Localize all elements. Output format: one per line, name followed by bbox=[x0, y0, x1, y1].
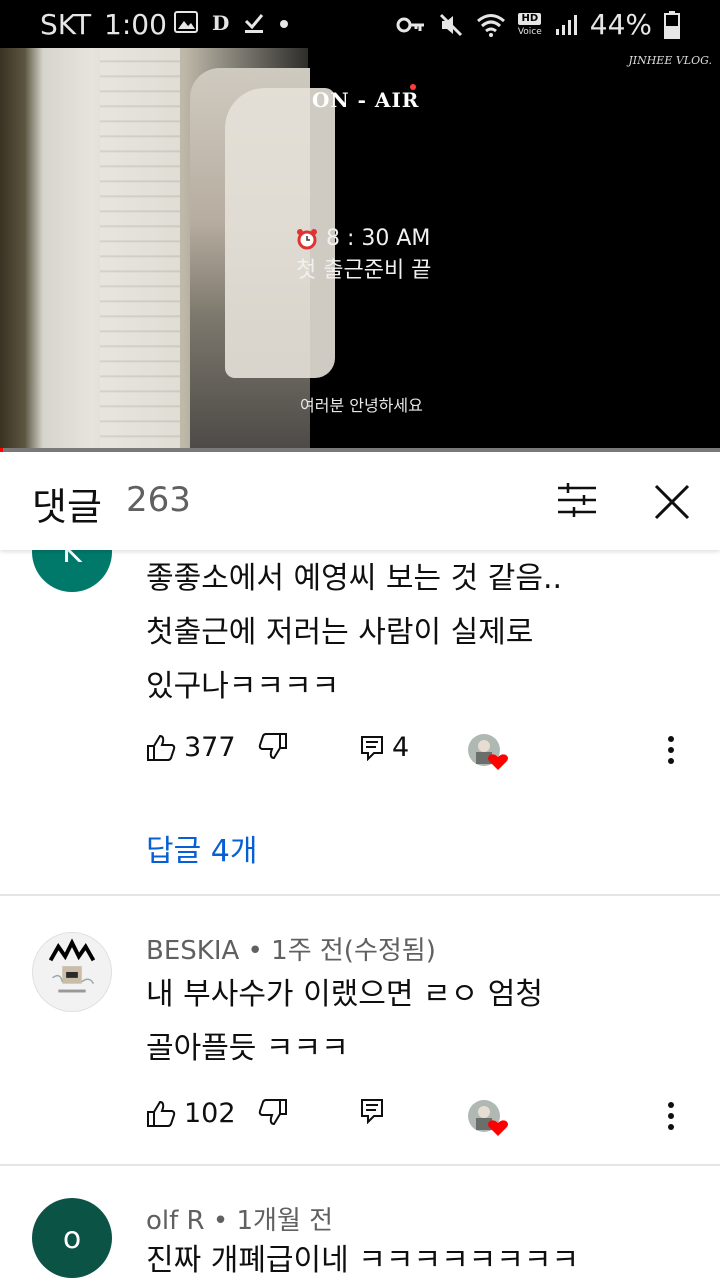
meta-separator: • bbox=[212, 1206, 237, 1236]
comment-meta: olf R • 1개월 전 bbox=[146, 1200, 333, 1237]
thumbs-up-icon bbox=[147, 1100, 176, 1127]
comment-time: 1개월 전 bbox=[236, 1206, 334, 1236]
comment-line: 진짜 개폐급이네 ㅋㅋㅋㅋㅋㅋㅋㅋ bbox=[146, 1243, 580, 1278]
notification-icons: D bbox=[174, 10, 290, 34]
comment-meta: BESKIA • 1주 전(수정됨) bbox=[146, 930, 436, 967]
time-overlay: 8 : 30 AM bbox=[326, 226, 431, 251]
dot-icon bbox=[280, 20, 288, 28]
dislike-button[interactable] bbox=[258, 1098, 288, 1126]
comment-line: 있구나ㅋㅋㅋㅋ bbox=[146, 669, 340, 704]
reply-button[interactable]: 4 bbox=[360, 732, 409, 763]
meta-separator: • bbox=[247, 936, 272, 966]
signal-icon bbox=[555, 14, 577, 35]
thumbs-down-icon bbox=[258, 733, 287, 760]
voice-label: Voice bbox=[517, 26, 542, 37]
status-time: 1:00 bbox=[104, 8, 167, 41]
thumbs-down-icon bbox=[258, 1099, 287, 1126]
creator-heart-icon bbox=[468, 1100, 508, 1136]
comment-actions: 102 bbox=[146, 1098, 706, 1138]
comments-title: 댓글 bbox=[32, 485, 102, 529]
comment-text: 좋좋소에서 예영씨 보는 것 같음.. 첫출근에 저러는 사람이 실제로 있구나… bbox=[146, 552, 686, 714]
comment-line: 골아플듯 ㅋㅋㅋ bbox=[146, 1031, 349, 1066]
comment-actions: 377 4 bbox=[146, 732, 706, 772]
reply-icon bbox=[361, 735, 383, 761]
svg-text:D: D bbox=[212, 11, 229, 34]
video-caption: 여러분 안녕하세요 bbox=[300, 396, 423, 415]
dislike-button[interactable] bbox=[258, 732, 288, 760]
like-button[interactable]: 102 bbox=[146, 1098, 236, 1129]
subtitle-overlay: 첫 출근준비 끝 bbox=[296, 258, 432, 283]
view-replies-link[interactable]: 답글 4개 bbox=[146, 826, 257, 870]
avatar-letter: o bbox=[62, 1220, 82, 1256]
avatar[interactable]: o bbox=[32, 1198, 112, 1278]
wifi-icon bbox=[476, 13, 505, 37]
download-done-icon bbox=[244, 14, 264, 33]
hd-label: HD bbox=[518, 12, 542, 25]
avatar[interactable] bbox=[32, 932, 112, 1012]
comment-item: o olf R • 1개월 전 진짜 개폐급이네 ㅋㅋㅋㅋㅋㅋㅋㅋ bbox=[0, 1166, 720, 1280]
close-icon[interactable] bbox=[650, 480, 694, 524]
key-icon bbox=[396, 17, 424, 32]
d-app-icon: D bbox=[212, 11, 229, 34]
reply-icon bbox=[361, 1099, 383, 1124]
sort-button[interactable] bbox=[556, 480, 598, 520]
onair-dot bbox=[410, 84, 416, 90]
creator-heart-icon bbox=[468, 734, 508, 770]
thumbs-up-icon bbox=[147, 734, 176, 761]
comment-line: 내 부사수가 이랬으면 ㄹㅇ 엄청 bbox=[146, 977, 543, 1012]
comment-author[interactable]: olf R bbox=[146, 1206, 205, 1236]
hd-voice-icon: HD Voice bbox=[517, 12, 542, 37]
gallery-icon bbox=[174, 11, 198, 33]
video-jacket bbox=[225, 88, 335, 378]
comment-line: 좋좋소에서 예영씨 보는 것 같음.. bbox=[146, 561, 563, 596]
comment-text: 내 부사수가 이랬으면 ㄹㅇ 엄청 골아플듯 ㅋㅋㅋ bbox=[146, 968, 686, 1076]
comment-line: 첫출근에 저러는 사람이 실제로 bbox=[146, 615, 534, 650]
channel-watermark: JINHEE VLOG. bbox=[628, 54, 712, 67]
comments-header: 댓글 263 bbox=[0, 452, 720, 550]
battery-icon bbox=[664, 10, 680, 39]
onair-overlay: ON - AIR bbox=[312, 88, 420, 112]
reply-button[interactable] bbox=[360, 1098, 384, 1124]
comments-count: 263 bbox=[126, 480, 191, 520]
comment-text: 진짜 개폐급이네 ㅋㅋㅋㅋㅋㅋㅋㅋ bbox=[146, 1234, 686, 1280]
comment-time: 1주 전(수정됨) bbox=[271, 936, 436, 966]
alarm-clock-icon bbox=[297, 229, 317, 250]
more-vertical-icon[interactable] bbox=[666, 734, 676, 766]
battery-percent: 44% bbox=[589, 8, 652, 41]
video-door bbox=[100, 48, 180, 450]
more-vertical-icon[interactable] bbox=[666, 1100, 676, 1132]
comment-item: K 좋좋소에서 예영씨 보는 것 같음.. 첫출근에 저러는 사람이 실제로 있… bbox=[0, 512, 720, 896]
crown-avatar-icon bbox=[48, 938, 96, 993]
reply-count: 4 bbox=[392, 732, 410, 763]
status-bar: SKT 1:00 D HD Voice 44% bbox=[0, 0, 720, 48]
carrier-label: SKT bbox=[40, 8, 92, 41]
comment-item: BESKIA • 1주 전(수정됨) 내 부사수가 이랬으면 ㄹㅇ 엄청 골아플… bbox=[0, 896, 720, 1164]
comment-author[interactable]: BESKIA bbox=[146, 936, 239, 966]
system-icons: HD Voice 44% bbox=[396, 8, 680, 41]
like-count: 102 bbox=[184, 1098, 236, 1129]
like-count: 377 bbox=[184, 732, 236, 763]
like-button[interactable]: 377 bbox=[146, 732, 236, 763]
mute-icon bbox=[439, 13, 462, 36]
